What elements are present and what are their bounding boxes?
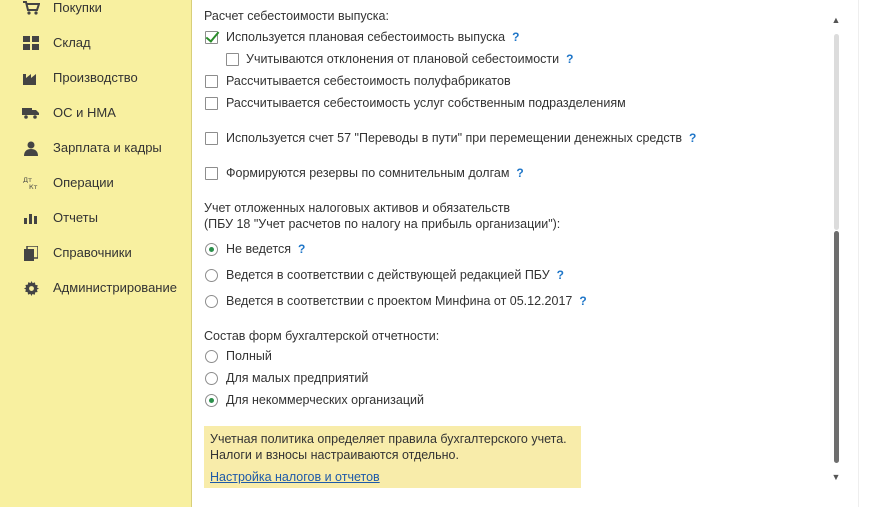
doubtful-reserves-label: Формируются резервы по сомнительным долг… bbox=[226, 166, 524, 180]
deferred-not-kept-label: Не ведется ? bbox=[226, 242, 306, 256]
forms-small-business-label: Для малых предприятий bbox=[226, 371, 369, 385]
info-note: Учетная политика определяет правила бухг… bbox=[204, 426, 581, 488]
truck-icon bbox=[22, 105, 40, 121]
help-icon[interactable]: ? bbox=[298, 242, 305, 256]
bar-chart-icon bbox=[22, 210, 40, 226]
help-icon[interactable]: ? bbox=[579, 294, 586, 308]
deferred-tax-heading-line2: (ПБУ 18 "Учет расчетов по налогу на приб… bbox=[204, 217, 561, 231]
deferred-not-kept-radio[interactable] bbox=[205, 243, 218, 256]
internal-services-checkbox[interactable] bbox=[205, 97, 218, 110]
gear-icon bbox=[22, 280, 40, 296]
sidebar: Покупки Склад Производство ОС и НМА Зарп… bbox=[0, 0, 192, 507]
scroll-thumb[interactable] bbox=[834, 231, 839, 463]
deferred-current-pbu-radio[interactable] bbox=[205, 269, 218, 282]
semi-finished-label: Рассчитывается себестоимость полуфабрика… bbox=[226, 74, 511, 88]
sidebar-item-salary[interactable]: Зарплата и кадры bbox=[0, 135, 191, 161]
help-icon[interactable]: ? bbox=[689, 131, 696, 145]
account57-checkbox[interactable] bbox=[205, 132, 218, 145]
forms-full-label: Полный bbox=[226, 349, 272, 363]
semi-finished-checkbox[interactable] bbox=[205, 75, 218, 88]
books-icon bbox=[22, 245, 40, 261]
tax-settings-link[interactable]: Настройка налогов и отчетов bbox=[210, 470, 380, 484]
sidebar-item-reports[interactable]: Отчеты bbox=[0, 205, 191, 231]
warehouse-icon bbox=[22, 35, 40, 51]
sidebar-item-purchases[interactable]: Покупки bbox=[0, 0, 191, 21]
help-icon[interactable]: ? bbox=[516, 166, 523, 180]
scroll-up-icon[interactable]: ▲ bbox=[831, 16, 841, 25]
debit-credit-icon: Дт Кт bbox=[22, 175, 40, 191]
sidebar-item-label: Справочники bbox=[53, 245, 132, 260]
help-icon[interactable]: ? bbox=[512, 30, 519, 44]
sidebar-item-label: Администрирование bbox=[53, 280, 177, 295]
help-icon[interactable]: ? bbox=[566, 52, 573, 66]
sidebar-item-label: Зарплата и кадры bbox=[53, 140, 162, 155]
sidebar-item-label: Производство bbox=[53, 70, 138, 85]
deferred-current-pbu-label: Ведется в соответствии с действующей ред… bbox=[226, 268, 564, 282]
sidebar-item-warehouse[interactable]: Склад bbox=[0, 30, 191, 56]
scroll-down-icon[interactable]: ▼ bbox=[831, 473, 841, 482]
sidebar-item-label: Операции bbox=[53, 175, 114, 190]
scroll-track[interactable] bbox=[834, 34, 839, 230]
sidebar-item-label: ОС и НМА bbox=[53, 105, 116, 120]
deviations-label: Учитываются отклонения от плановой себес… bbox=[246, 52, 574, 66]
report-forms-heading: Состав форм бухгалтерской отчетности: bbox=[204, 329, 440, 343]
forms-small-business-radio[interactable] bbox=[205, 372, 218, 385]
sidebar-item-label: Склад bbox=[53, 35, 91, 50]
info-note-line2: Налоги и взносы настраиваются отдельно. bbox=[210, 448, 459, 462]
deviations-checkbox[interactable] bbox=[226, 53, 239, 66]
doubtful-reserves-checkbox[interactable] bbox=[205, 167, 218, 180]
info-note-line1: Учетная политика определяет правила бухг… bbox=[210, 432, 567, 446]
sidebar-item-fixed-assets[interactable]: ОС и НМА bbox=[0, 100, 191, 126]
forms-nonprofit-radio[interactable] bbox=[205, 394, 218, 407]
cost-section-heading: Расчет себестоимости выпуска: bbox=[204, 9, 389, 23]
account57-label: Используется счет 57 "Переводы в пути" п… bbox=[226, 131, 697, 145]
sidebar-item-label: Покупки bbox=[53, 0, 102, 15]
factory-icon bbox=[22, 70, 40, 86]
cart-icon bbox=[22, 0, 40, 16]
deferred-minfin-draft-radio[interactable] bbox=[205, 295, 218, 308]
deferred-tax-heading-line1: Учет отложенных налоговых активов и обяз… bbox=[204, 201, 511, 215]
deferred-minfin-draft-label: Ведется в соответствии с проектом Минфин… bbox=[226, 294, 587, 308]
forms-nonprofit-label: Для некоммерческих организаций bbox=[226, 393, 424, 407]
sidebar-item-production[interactable]: Производство bbox=[0, 65, 191, 91]
sidebar-item-label: Отчеты bbox=[53, 210, 98, 225]
sidebar-item-references[interactable]: Справочники bbox=[0, 240, 191, 266]
planned-cost-label: Используется плановая себестоимость выпу… bbox=[226, 30, 520, 44]
person-icon bbox=[22, 140, 40, 156]
planned-cost-checkbox[interactable] bbox=[205, 31, 218, 44]
window-edge bbox=[858, 0, 869, 507]
sidebar-item-administration[interactable]: Администрирование bbox=[0, 275, 191, 301]
forms-full-radio[interactable] bbox=[205, 350, 218, 363]
sidebar-item-operations[interactable]: Дт Кт Операции bbox=[0, 170, 191, 196]
help-icon[interactable]: ? bbox=[557, 268, 564, 282]
svg-text:Кт: Кт bbox=[29, 183, 38, 190]
internal-services-label: Рассчитывается себестоимость услуг собст… bbox=[226, 96, 626, 110]
